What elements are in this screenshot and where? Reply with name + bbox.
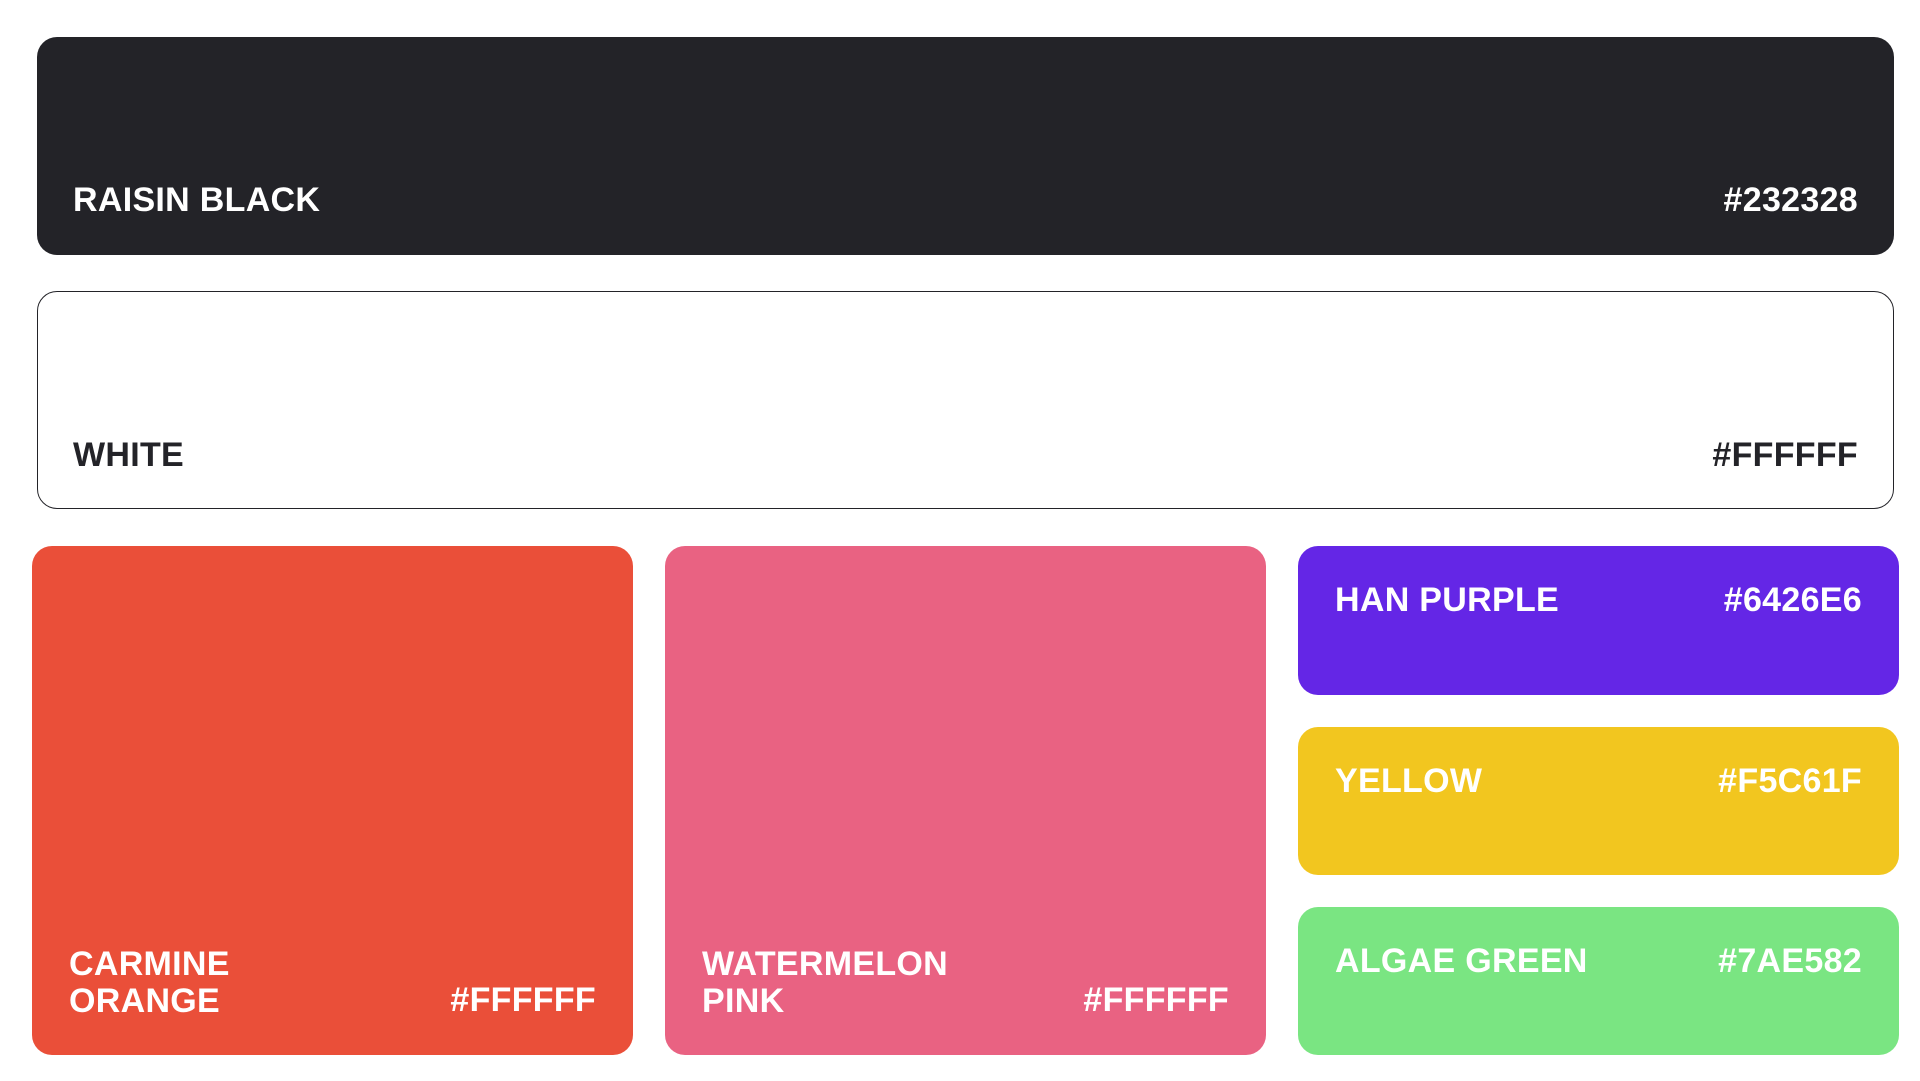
swatch-name: ALGAE GREEN — [1335, 942, 1588, 980]
swatch-name: WHITE — [73, 436, 185, 474]
swatch-white: WHITE #FFFFFF — [37, 291, 1894, 509]
swatch-hex: #FFFFFF — [1712, 436, 1858, 474]
swatch-hex: #6426E6 — [1723, 581, 1862, 619]
swatch-algae-green: ALGAE GREEN #7AE582 — [1298, 907, 1899, 1055]
swatch-han-purple: HAN PURPLE #6426E6 — [1298, 546, 1899, 695]
swatch-name: CARMINE ORANGE — [69, 945, 230, 1020]
swatch-raisin-black: RAISIN BLACK #232328 — [37, 37, 1894, 255]
swatch-hex: #232328 — [1723, 181, 1858, 219]
swatch-hex: #F5C61F — [1718, 762, 1862, 800]
swatch-watermelon-pink: WATERMELON PINK #FFFFFF — [665, 546, 1266, 1055]
swatch-hex: #7AE582 — [1718, 942, 1862, 980]
swatch-name: RAISIN BLACK — [73, 181, 321, 219]
swatch-name: HAN PURPLE — [1335, 581, 1560, 619]
swatch-yellow: YELLOW #F5C61F — [1298, 727, 1899, 875]
swatch-name: WATERMELON PINK — [702, 945, 949, 1020]
swatch-carmine-orange: CARMINE ORANGE #FFFFFF — [32, 546, 633, 1055]
swatch-hex: #FFFFFF — [1083, 981, 1229, 1019]
swatch-hex: #FFFFFF — [450, 981, 596, 1019]
swatch-name: YELLOW — [1335, 762, 1483, 800]
